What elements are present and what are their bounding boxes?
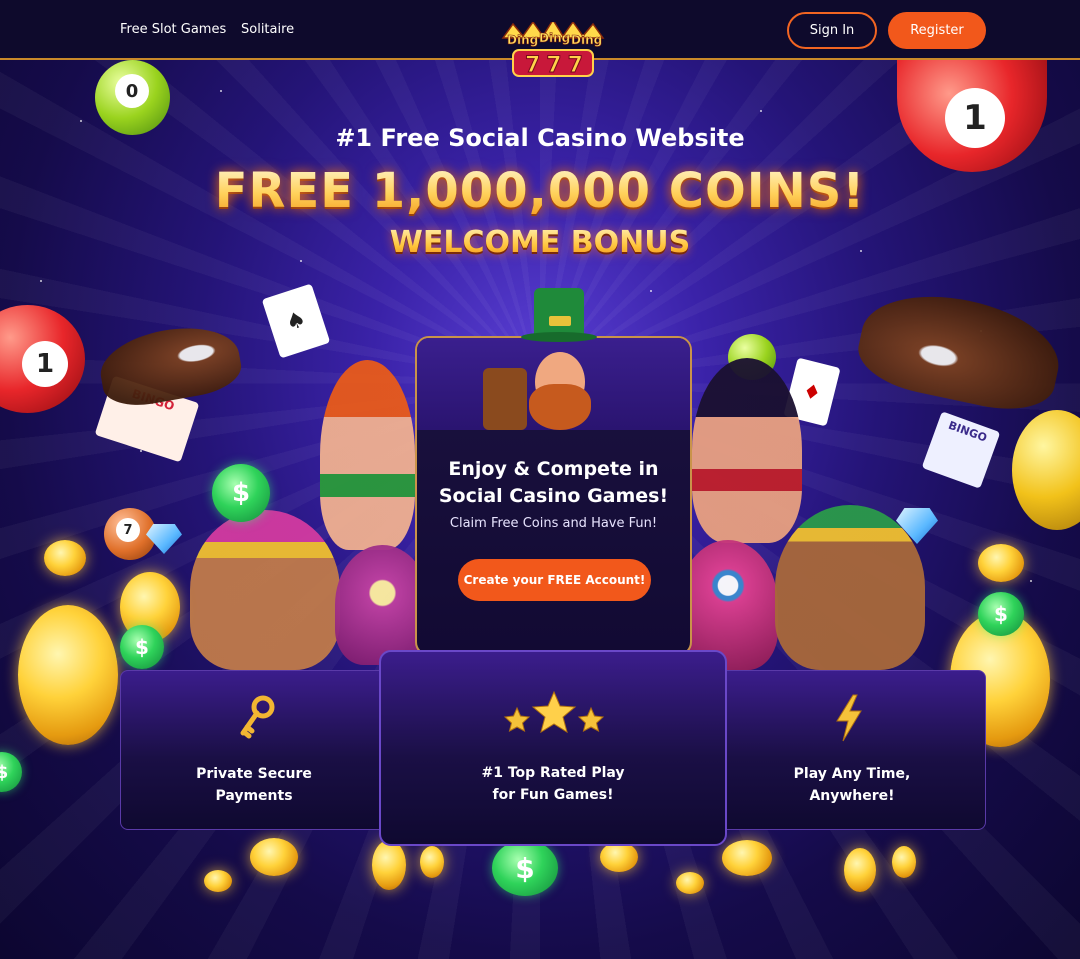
green-dollar-coin: $: [978, 592, 1024, 636]
card-title-line-2: Social Casino Games!: [438, 485, 669, 507]
lightning-icon: [836, 694, 862, 742]
logo-word-1: Ding: [507, 33, 538, 47]
hero-subtitle: #1 Free Social Casino Website: [335, 124, 745, 152]
green-dollar-coin: $: [120, 625, 164, 669]
star: [220, 90, 222, 92]
hero-headline: FREE 1,000,000 COINS!: [0, 163, 1080, 219]
brunette-character: [692, 358, 802, 543]
gold-coin: [892, 846, 916, 878]
logo-777: 777: [525, 53, 589, 78]
gold-coin: [250, 838, 298, 876]
star: [650, 290, 652, 292]
redhead-character: [320, 360, 415, 550]
leprechaun-beard: [529, 384, 591, 430]
feature-card-play-anywhere: Play Any Time, Anywhere!: [718, 670, 986, 830]
gold-coin: [722, 840, 772, 876]
star: [80, 120, 82, 122]
feature-card-top-rated: #1 Top Rated Play for Fun Games!: [379, 650, 727, 846]
ding-ding-ding-logo[interactable]: Ding Ding Ding 777: [493, 18, 613, 80]
ball-number: 7: [116, 518, 140, 542]
register-button[interactable]: Register: [888, 12, 986, 49]
gold-coin: [44, 540, 86, 576]
gold-coin: [978, 544, 1024, 582]
key-icon: [240, 695, 275, 739]
feature-label: #1 Top Rated Play for Fun Games!: [481, 765, 625, 803]
star: [300, 260, 302, 262]
gold-coin: [204, 870, 232, 892]
stars-icon: [503, 690, 605, 734]
feature-card-secure-payments: Private Secure Payments: [120, 670, 388, 830]
star: [1030, 580, 1032, 582]
leprechaun-image: [417, 338, 690, 430]
star: [140, 450, 142, 452]
logo-graphic: Ding Ding Ding 777: [501, 18, 605, 79]
card-subtitle: Claim Free Coins and Have Fun!: [449, 516, 658, 531]
tribal-woman-character: [775, 505, 925, 670]
ball-number: 0: [115, 74, 149, 108]
gold-coin: [600, 842, 638, 872]
star: [760, 110, 762, 112]
nav-link-free-slot-games[interactable]: Free Slot Games: [120, 22, 226, 37]
beer-mug: [483, 368, 527, 430]
card-title-line-1: Enjoy & Compete in: [448, 458, 659, 480]
green-dollar-coin: $: [212, 464, 270, 522]
sign-in-button[interactable]: Sign In: [787, 12, 877, 49]
star: [40, 280, 42, 282]
gold-coin: [844, 848, 876, 892]
signup-card: Enjoy & Compete in Social Casino Games! …: [415, 288, 692, 656]
gold-coin: [676, 872, 704, 894]
nav-link-solitaire[interactable]: Solitaire: [241, 22, 294, 37]
gold-coin: [420, 846, 444, 878]
green-dollar-coin: $: [492, 840, 558, 896]
ball-number: 1: [22, 341, 68, 387]
logo-word-3: Ding: [571, 33, 602, 47]
logo-word-2: Ding: [539, 31, 570, 45]
feature-label: Play Any Time, Anywhere!: [793, 766, 911, 804]
create-account-button[interactable]: Create your FREE Account!: [458, 559, 651, 601]
gold-coin: [18, 605, 118, 745]
gold-coin: [372, 840, 406, 890]
leprechaun-hat: [521, 288, 601, 348]
feature-label: Private Secure Payments: [196, 766, 312, 804]
aztec-warrior-character: [190, 510, 340, 670]
card-title: Enjoy & Compete in Social Casino Games!: [417, 456, 690, 510]
welcome-bonus: WELCOME BONUS: [0, 225, 1080, 260]
